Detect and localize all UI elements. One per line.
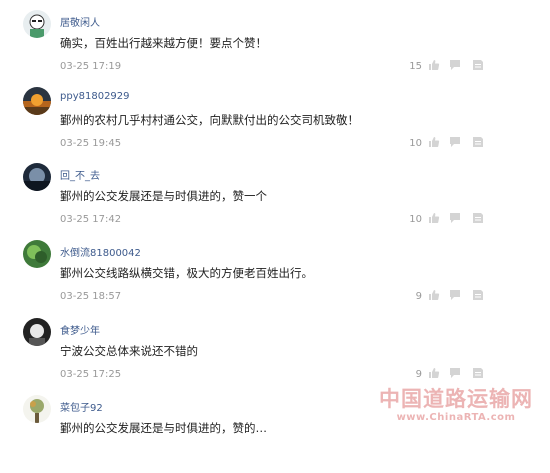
thumbs-up-icon[interactable] [428, 212, 440, 224]
like-count: 10 [409, 138, 422, 149]
username[interactable]: 水倒流81800042 [60, 244, 141, 259]
timestamp: 03-25 19:45 [60, 138, 122, 149]
timestamp: 03-25 18:57 [60, 291, 122, 302]
comment-text: 鄞州的公交发展还是与时俱进的，赞的… [60, 421, 267, 435]
thumbs-up-icon[interactable] [428, 136, 440, 148]
timestamp: 03-25 17:25 [60, 369, 122, 380]
more-options-icon[interactable] [472, 289, 484, 301]
comment-item: 回_不_去 鄞州的公交发展还是与时俱进的，赞一个 03-25 17:42 10 [0, 163, 550, 241]
username[interactable]: 菜包子92 [60, 399, 103, 414]
comment-text: 确实，百姓出行越来越方便！要点个赞！ [60, 36, 267, 50]
avatar[interactable] [23, 10, 51, 38]
thumbs-up-icon[interactable] [428, 367, 440, 379]
like-count: 10 [409, 214, 422, 225]
comment-text: 鄞州的公交发展还是与时俱进的，赞一个 [60, 189, 267, 203]
comment-item: ppy81802929 鄞州的农村几乎村村通公交，向默默付出的公交司机致敬！ 0… [0, 87, 550, 165]
comment-item: 居敬闲人 确实，百姓出行越来越方便！要点个赞！ 03-25 17:19 15 [0, 10, 550, 88]
watermark-title: 中国道路运输网 [379, 387, 533, 411]
more-options-icon[interactable] [472, 367, 484, 379]
more-options-icon[interactable] [472, 59, 484, 71]
avatar[interactable] [23, 395, 51, 423]
avatar[interactable] [23, 163, 51, 191]
comment-text: 鄞州的农村几乎村村通公交，向默默付出的公交司机致敬！ [60, 113, 359, 127]
watermark-url: www.ChinaRTA.com [396, 412, 516, 423]
avatar[interactable] [23, 87, 51, 115]
comment-item: 水倒流81800042 鄞州公交线路纵横交错，极大的方便老百姓出行。 03-25… [0, 240, 550, 318]
comment-text: 宁波公交总体来说还不错的 [60, 344, 198, 358]
watermark: 中国道路运输网 www.ChinaRTA.com [366, 383, 546, 423]
reply-icon[interactable] [449, 212, 461, 224]
comment-text: 鄞州公交线路纵横交错，极大的方便老百姓出行。 [60, 266, 313, 280]
username[interactable]: 食梦少年 [60, 322, 100, 337]
avatar[interactable] [23, 240, 51, 268]
username[interactable]: ppy81802929 [60, 91, 130, 102]
thumbs-up-icon[interactable] [428, 59, 440, 71]
avatar[interactable] [23, 318, 51, 346]
reply-icon[interactable] [449, 136, 461, 148]
reply-icon[interactable] [449, 289, 461, 301]
timestamp: 03-25 17:19 [60, 61, 122, 72]
username[interactable]: 居敬闲人 [60, 14, 100, 29]
thumbs-up-icon[interactable] [428, 289, 440, 301]
more-options-icon[interactable] [472, 212, 484, 224]
timestamp: 03-25 17:42 [60, 214, 122, 225]
reply-icon[interactable] [449, 59, 461, 71]
like-count: 15 [409, 61, 422, 72]
reply-icon[interactable] [449, 367, 461, 379]
username[interactable]: 回_不_去 [60, 167, 100, 182]
more-options-icon[interactable] [472, 136, 484, 148]
like-count: 9 [415, 291, 422, 302]
like-count: 9 [415, 369, 422, 380]
